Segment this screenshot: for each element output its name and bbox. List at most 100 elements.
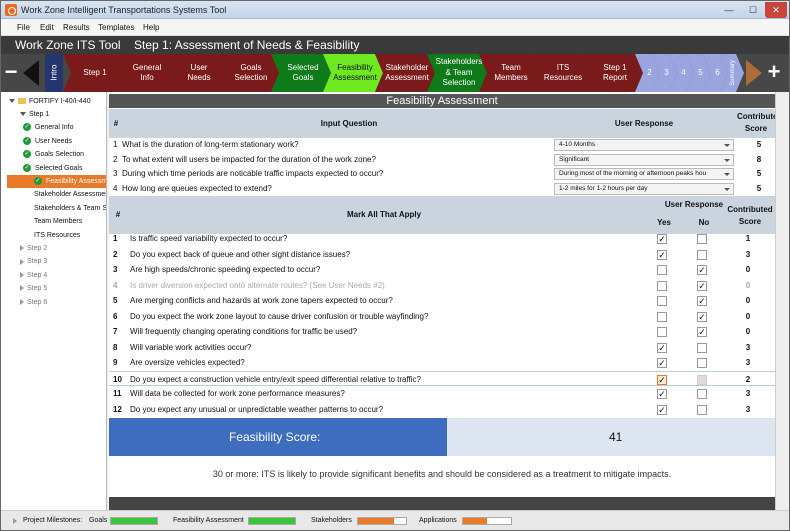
tree-root[interactable]: FORTIFY I-40/I-440 [9,95,91,108]
nav-step-label: Stakeholder Assessment [385,62,429,82]
menu-file[interactable]: File [17,23,30,32]
tree-item-label: Step 1 [29,111,50,118]
no-checkbox[interactable]: ✓ [697,280,707,291]
table-row: 3 Are high speeds/chronic speeding expect… [109,262,775,278]
milestone-progress-bar [462,517,512,525]
question-text: During which time periods are noticable … [122,169,384,178]
app-window: Work Zone Intelligent Transportations Sy… [0,0,790,531]
no-checkbox[interactable] [697,404,707,415]
mark-yes-header: Yes [657,218,671,227]
nav-step-8[interactable]: Team Members [479,54,539,92]
menu-help[interactable]: Help [143,23,159,32]
no-checkbox[interactable] [697,358,707,368]
tree-item-label: Feasibility Assessment [46,178,107,185]
response-dropdown[interactable]: 4-10 Months [554,139,734,151]
nav-step-4[interactable]: Selected Goals [271,54,331,92]
yes-checkbox[interactable]: ✓ [657,404,667,415]
tree-item[interactable]: Step 5 [20,282,47,295]
nav-step-label: 3 [664,67,669,77]
menu-edit[interactable]: Edit [40,23,54,32]
mark-question: Will frequently changing operating condi… [130,327,358,336]
tree-item[interactable]: Step 2 [20,242,47,255]
yes-checkbox[interactable]: ✓ [657,389,667,399]
tree-item[interactable]: ITS Resources [34,229,80,242]
close-button[interactable]: ✕ [765,2,787,18]
yes-checkbox[interactable]: ✓ [657,234,667,244]
no-checkbox[interactable] [697,374,707,385]
tree-item[interactable]: ✓ Selected Goals [23,162,82,175]
tree-item[interactable]: Team Members [34,215,82,228]
yes-checkbox[interactable] [657,327,667,337]
yes-checkbox[interactable] [657,265,667,275]
no-checkbox[interactable]: ✓ [697,265,707,275]
tree-item-label: Stakeholder Assessment [34,191,107,199]
back-arrow-icon[interactable] [23,60,39,86]
mark-question: Are high speeds/chronic speeding expecte… [130,265,321,274]
minus-icon[interactable]: − [4,58,18,86]
nav-step-9[interactable]: ITS Resources [531,54,591,92]
mark-question: Is traffic speed variability expected to… [130,234,288,243]
yes-checkbox[interactable]: ✓ [657,358,667,368]
tree-item[interactable]: Stakeholders & Team Selection [34,202,106,215]
tree-item[interactable]: ✓ Goals Selection [23,148,84,161]
no-checkbox[interactable] [697,249,707,260]
nav-step-5[interactable]: Feasibility Assessment [323,54,383,92]
tree-item[interactable]: Step 3 [20,255,47,268]
folder-icon [18,98,26,105]
tree-item[interactable]: ✓ Feasibility Assessment [7,175,107,188]
no-checkbox[interactable]: ✓ [697,327,707,337]
score-interpretation: 30 or more: ITS is likely to provide sig… [212,469,672,479]
yes-checkbox[interactable] [657,311,667,322]
response-dropdown[interactable]: Significant [554,153,734,166]
maximize-button[interactable]: ☐ [741,2,765,18]
yes-checkbox[interactable] [657,280,667,291]
nav-step-label: Feasibility Assessment [333,62,377,82]
milestone-progress-fill [463,518,487,524]
no-checkbox[interactable] [697,234,707,244]
minimize-button[interactable]: — [717,2,741,18]
nav-step-7[interactable]: Stakeholders & Team Selection [427,54,487,92]
milestone-progress-bar [357,517,407,525]
mark-question: Will variable work activities occur? [130,342,252,352]
tree-item[interactable]: ✓ User Needs [23,135,72,148]
nav-step-0[interactable]: Step 1 [63,54,123,92]
tree-item-label: Selected Goals [35,164,83,172]
milestone-progress-fill [111,518,157,524]
no-checkbox[interactable]: ✓ [697,311,707,322]
menu-results[interactable]: Results [63,23,90,32]
yes-checkbox[interactable]: ✓ [657,342,667,353]
tree-item[interactable]: Stakeholder Assessment [34,188,107,201]
tree-item[interactable]: ✓ General Info [23,121,74,134]
vertical-scrollbar[interactable] [775,92,789,510]
nav-intro-tab[interactable]: Intro [45,54,63,92]
forward-arrow-icon[interactable] [746,60,762,86]
no-checkbox[interactable] [697,389,707,399]
nav-step-10[interactable]: Step 1 Report [583,54,643,92]
yes-checkbox[interactable]: ✓ [657,249,667,260]
mark-question: Do you expect back of queue and other si… [130,249,351,259]
nav-step-1[interactable]: General Info [115,54,175,92]
table-row: 9 Are oversize vehicles expected? ✓ 3 [109,355,775,371]
nav-step-label: Step 1 Report [602,62,627,82]
response-dropdown[interactable]: During most of the morning or afternoon … [554,168,734,180]
no-checkbox[interactable] [697,342,707,353]
nav-step-label: 5 [698,67,703,77]
chevron-right-icon[interactable] [13,518,17,524]
mark-num: 11 [113,389,122,398]
nav-step-6[interactable]: Stakeholder Assessment [375,54,435,92]
tree-item-label: Step 3 [27,258,48,266]
tree-item[interactable]: Step 1 [20,108,49,121]
nav-step-label: Selected Goals [287,62,319,82]
no-checkbox[interactable]: ✓ [697,296,707,306]
nav-step-label: Stakeholders & Team Selection [435,57,483,88]
tree-item[interactable]: Step 4 [20,269,47,282]
response-dropdown[interactable]: 1-2 miles for 1-2 hours per day [554,182,734,195]
chevron-right-icon [20,245,24,252]
tree-item[interactable]: Step 6 [20,296,47,309]
plus-icon[interactable]: + [765,58,783,86]
nav-step-3[interactable]: Goals Selection [219,54,279,92]
yes-checkbox[interactable] [657,296,667,306]
menu-templates[interactable]: Templates [98,23,134,32]
nav-step-2[interactable]: User Needs [167,54,227,92]
yes-checkbox[interactable]: ✓ [657,374,667,385]
